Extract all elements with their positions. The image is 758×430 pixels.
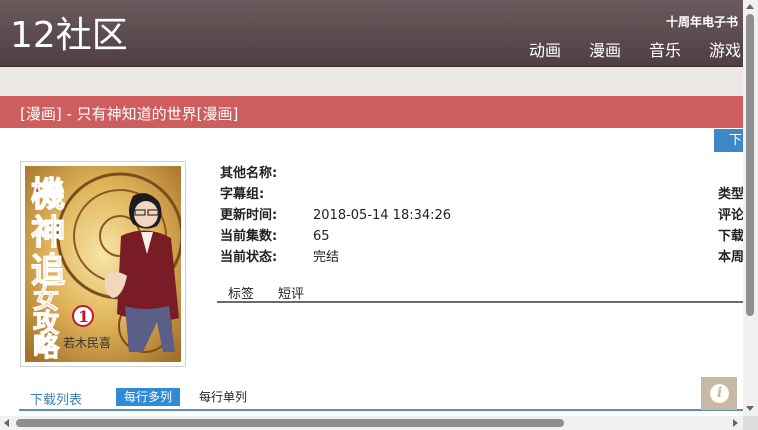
- nav-item-anime[interactable]: 动画: [529, 37, 561, 61]
- site-logo[interactable]: 12社区: [10, 14, 128, 58]
- info-row-other-names: 其他名称:: [220, 163, 451, 184]
- sub-band: [0, 67, 758, 96]
- multi-column-button[interactable]: 每行多列: [116, 388, 181, 406]
- info-row-status: 当前状态: 完结: [220, 247, 451, 268]
- download-list-bar: 下载列表 每行多列 每行单列: [19, 385, 743, 411]
- scrollbar-corner: [743, 416, 758, 430]
- tab-short-reviews[interactable]: 短评: [278, 283, 304, 302]
- svg-text:若木民喜: 若木民喜: [63, 336, 111, 350]
- vertical-scrollbar[interactable]: [743, 0, 758, 416]
- updated-value: 2018-05-14 18:34:26: [313, 208, 452, 223]
- episodes-value: 65: [313, 229, 330, 244]
- info-row-updated: 更新时间: 2018-05-14 18:34:26: [220, 205, 451, 226]
- info-button[interactable]: i: [701, 377, 737, 410]
- comments-label: 评论: [718, 208, 745, 223]
- site-header: 12社区 十周年电子书 动画 漫画 音乐 游戏: [0, 0, 758, 67]
- tab-tags[interactable]: 标签: [228, 283, 254, 302]
- weekly-label: 本周: [718, 250, 745, 265]
- subtitle-group-label: 字幕组:: [220, 187, 265, 202]
- svg-text:略: 略: [33, 332, 60, 362]
- cover-image[interactable]: 機 神 追 女 攻 略 1 若木民喜: [20, 161, 186, 367]
- horizontal-scrollbar[interactable]: [0, 416, 743, 430]
- other-names-label: 其他名称:: [220, 166, 278, 181]
- tag-tabs: 标签 短评: [217, 281, 743, 303]
- download-list-label[interactable]: 下载列表: [30, 389, 82, 408]
- svg-text:神: 神: [31, 213, 65, 253]
- svg-text:1: 1: [78, 307, 89, 326]
- nav-item-game[interactable]: 游戏: [709, 37, 741, 61]
- status-value: 完结: [313, 250, 340, 265]
- info-row-episodes: 当前集数: 65: [220, 226, 451, 247]
- nav-item-comic[interactable]: 漫画: [589, 37, 621, 61]
- info-block: 其他名称: 字幕组: 更新时间: 2018-05-14 18:34:26 当前集…: [220, 163, 451, 268]
- cover-illustration: 機 神 追 女 攻 略 1 若木民喜: [25, 166, 181, 362]
- updated-label: 更新时间:: [220, 208, 278, 223]
- episodes-label: 当前集数:: [220, 229, 278, 244]
- scroll-up-arrow-icon[interactable]: [746, 4, 754, 9]
- right-info-column: 类型 评论 下载 本周: [718, 184, 744, 268]
- page-title: [漫画] - 只有神知道的世界[漫画]: [20, 105, 239, 123]
- info-row-subtitle-group: 字幕组:: [220, 184, 451, 205]
- downloads-label: 下载: [718, 229, 745, 244]
- horizontal-scroll-thumb[interactable]: [16, 419, 564, 427]
- title-bar: [漫画] - 只有神知道的世界[漫画]: [0, 96, 758, 128]
- scroll-right-arrow-icon[interactable]: [733, 419, 738, 427]
- main-nav: 动画 漫画 音乐 游戏: [529, 37, 741, 61]
- anniversary-link[interactable]: 十周年电子书: [666, 13, 738, 30]
- svg-text:機: 機: [31, 175, 65, 215]
- status-label: 当前状态:: [220, 250, 278, 265]
- info-icon: i: [710, 384, 729, 403]
- scroll-down-arrow-icon[interactable]: [746, 406, 754, 411]
- nav-item-music[interactable]: 音乐: [649, 37, 681, 61]
- single-column-button[interactable]: 每行单列: [199, 388, 247, 406]
- vertical-scroll-thumb[interactable]: [746, 14, 754, 316]
- scroll-left-arrow-icon[interactable]: [4, 419, 9, 427]
- type-label: 类型: [718, 187, 745, 202]
